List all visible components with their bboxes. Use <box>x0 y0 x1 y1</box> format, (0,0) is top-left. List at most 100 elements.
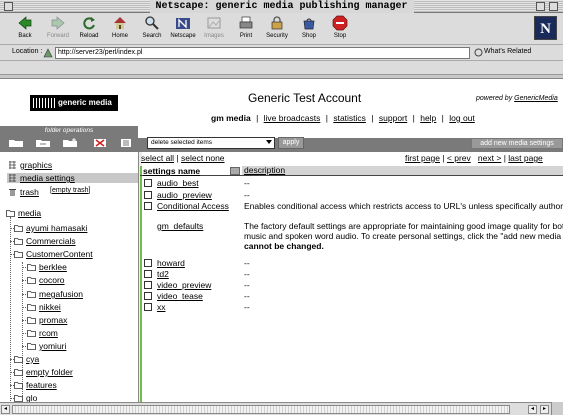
row-checkbox[interactable] <box>144 259 152 267</box>
tree-folder-item[interactable]: glo <box>14 393 37 402</box>
settings-name-link[interactable]: gm_defaults <box>157 221 203 231</box>
new-folder-icon[interactable] <box>8 138 24 148</box>
stop-button[interactable]: Stop <box>325 15 355 39</box>
row-checkbox[interactable] <box>144 202 152 210</box>
sort-toggle-icon[interactable] <box>230 167 240 175</box>
settings-name-link[interactable]: audio_best <box>157 178 199 188</box>
column-header-settings-name[interactable]: settings name <box>143 166 200 176</box>
location-label: Location : <box>12 48 43 55</box>
settings-name-link[interactable]: Conditional Access <box>157 201 229 211</box>
tree-folder-item[interactable]: cya <box>14 354 39 364</box>
tree-item-graphics[interactable]: graphics <box>8 160 52 170</box>
search-button[interactable]: Search <box>137 15 167 39</box>
shop-icon <box>303 18 315 30</box>
horizontal-scrollbar[interactable]: ◂ ◂ ▸ <box>0 402 563 415</box>
personal-toolbar <box>0 61 563 75</box>
tree-folder-item[interactable]: promax <box>27 315 67 325</box>
tree-folder-item[interactable]: empty folder <box>14 367 73 377</box>
whats-related-icon[interactable] <box>474 48 483 57</box>
window-zoom-box[interactable] <box>536 2 545 11</box>
tree-folder-item[interactable]: yomiuri <box>27 341 66 351</box>
gm-defaults-desc-note: cannot be changed. <box>244 241 324 251</box>
gm-defaults-description: The factory default settings are appropr… <box>244 221 563 251</box>
row-checkbox[interactable] <box>144 292 152 300</box>
move-folder-icon[interactable] <box>35 138 51 148</box>
url-field[interactable]: http://server23/perl/index.pl <box>55 47 470 59</box>
nav-link-support[interactable]: support <box>379 113 407 123</box>
scroll-left-icon[interactable]: ◂ <box>1 405 10 414</box>
empty-trash-link[interactable]: [empty trash] <box>50 187 90 194</box>
whats-related-link[interactable]: What's Related <box>484 48 531 55</box>
netscape-button[interactable]: Netscape <box>168 15 198 39</box>
tree-folder-item[interactable]: cocoro <box>27 275 65 285</box>
settings-name-link[interactable]: video_tease <box>157 291 203 301</box>
tree-folder-label: megafusion <box>39 289 83 299</box>
tree-folder-item[interactable]: berklee <box>27 262 67 272</box>
row-checkbox[interactable] <box>144 191 152 199</box>
settings-name-link[interactable]: td2 <box>157 269 169 279</box>
tree-folder-item[interactable]: ayumi hamasaki <box>14 223 87 233</box>
folder-operations-title: folder operations <box>44 127 94 134</box>
folder-properties-icon[interactable] <box>118 138 134 148</box>
images-button[interactable]: Images <box>199 15 229 39</box>
select-all-link[interactable]: select all <box>141 153 174 163</box>
tree-root-media[interactable]: media <box>6 208 41 218</box>
reload-label: Reload <box>79 33 99 39</box>
back-button[interactable]: Back <box>10 15 40 39</box>
row-checkbox[interactable] <box>144 303 152 311</box>
tree-folder-item[interactable]: megafusion <box>27 289 83 299</box>
window-close-box[interactable] <box>4 2 13 11</box>
powered-by: powered by GenericMedia <box>476 95 558 102</box>
settings-name-link[interactable]: audio_preview <box>157 190 212 200</box>
scroll-left-icon[interactable]: ◂ <box>528 405 537 414</box>
folder-icon <box>14 238 23 245</box>
tree-item-media-settings[interactable]: media settings <box>7 173 138 183</box>
forward-button[interactable]: Forward <box>43 15 73 39</box>
add-media-settings-button[interactable]: add new media settings <box>471 138 563 149</box>
print-label: Print <box>239 33 253 39</box>
first-page-link[interactable]: first page <box>405 153 440 163</box>
nav-link-help[interactable]: help <box>420 113 436 123</box>
page-proxy-icon[interactable] <box>43 47 53 58</box>
bulk-action-select[interactable]: delete selected items <box>147 137 275 149</box>
resize-grip[interactable] <box>551 402 563 415</box>
tree-folder-item[interactable]: features <box>14 380 57 390</box>
settings-name-link[interactable]: xx <box>157 302 166 312</box>
settings-description: -- <box>244 280 250 290</box>
settings-name-link[interactable]: howard <box>157 258 185 268</box>
nav-link-live-broadcasts[interactable]: live broadcasts <box>264 113 321 123</box>
row-checkbox[interactable] <box>144 179 152 187</box>
row-checkbox[interactable] <box>144 270 152 278</box>
home-button[interactable]: Home <box>105 15 135 39</box>
brand-logo[interactable]: generic media <box>30 95 118 111</box>
rename-folder-icon[interactable] <box>62 138 78 148</box>
tree-folder-item[interactable]: CustomerContent <box>14 249 93 259</box>
nav-link-statistics[interactable]: statistics <box>333 113 366 123</box>
column-header-description[interactable]: description <box>242 166 563 175</box>
reload-button[interactable]: Reload <box>74 15 104 39</box>
apply-button[interactable]: apply <box>278 137 304 149</box>
window-collapse-box[interactable] <box>549 2 558 11</box>
tree-item-trash[interactable]: trash <box>8 187 39 197</box>
tree-folder-item[interactable]: rcom <box>27 328 58 338</box>
folder-icon <box>14 369 23 376</box>
row-checkbox[interactable] <box>144 281 152 289</box>
scroll-right-icon[interactable]: ▸ <box>540 405 549 414</box>
shop-button[interactable]: Shop <box>294 15 324 39</box>
nav-link-log-out[interactable]: log out <box>449 113 475 123</box>
tree-folder-item[interactable]: nikkei <box>27 302 61 312</box>
print-button[interactable]: Print <box>231 15 261 39</box>
tree-folder-item[interactable]: Commercials <box>14 236 76 246</box>
home-icon <box>114 17 126 29</box>
last-page-link[interactable]: last page <box>508 153 543 163</box>
prev-page-link[interactable]: < prev <box>447 153 471 163</box>
netscape-throbber-logo[interactable]: N <box>534 16 557 40</box>
window-titlebar[interactable]: Netscape: generic media publishing manag… <box>0 0 563 13</box>
next-page-link[interactable]: next > <box>478 153 501 163</box>
delete-folder-icon[interactable] <box>92 138 108 148</box>
powered-by-link[interactable]: GenericMedia <box>514 95 558 102</box>
select-none-link[interactable]: select none <box>181 153 224 163</box>
security-button[interactable]: Security <box>262 15 292 39</box>
horizontal-scroll-thumb[interactable] <box>12 405 510 414</box>
settings-name-link[interactable]: video_preview <box>157 280 211 290</box>
